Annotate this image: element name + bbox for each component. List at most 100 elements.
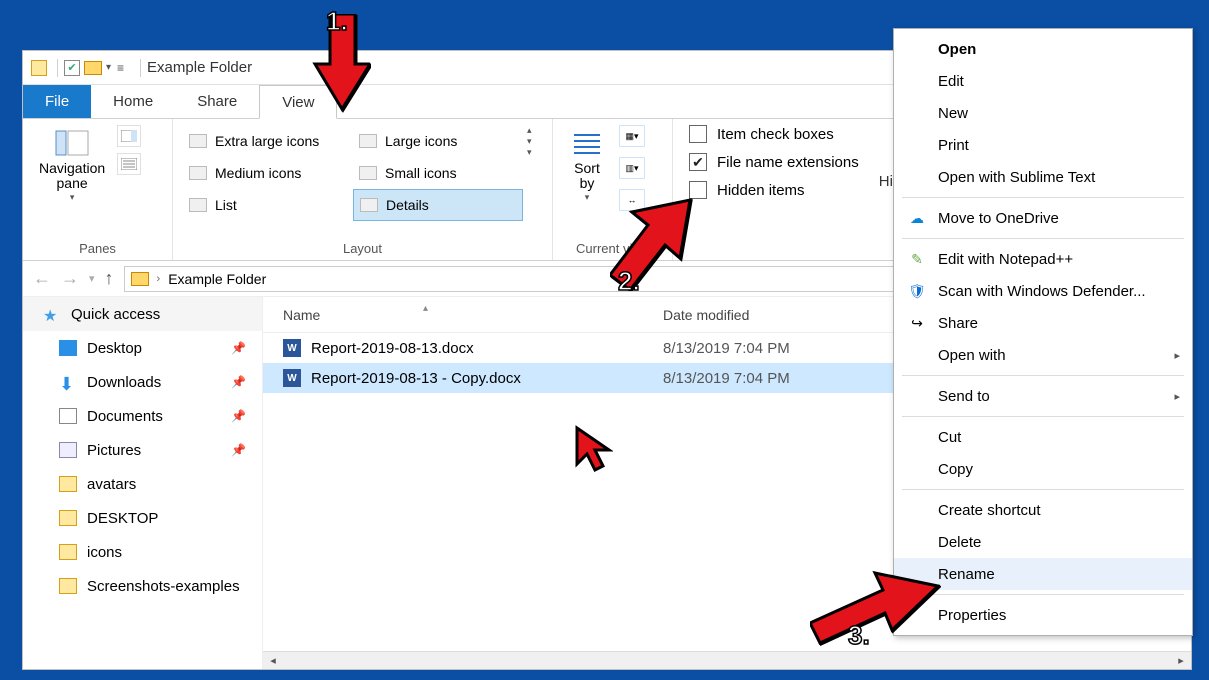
onedrive-icon: ☁ [908, 209, 926, 227]
desktop-icon [59, 340, 77, 356]
layout-details[interactable]: Details [353, 189, 523, 221]
details-pane-button[interactable] [117, 153, 141, 175]
details-icon [360, 198, 378, 212]
notepad-icon: ✎ [908, 250, 926, 268]
scroll-right-icon[interactable]: ▸ [1173, 654, 1189, 667]
pin-icon: 📌 [231, 341, 246, 355]
chevron-right-icon[interactable]: › [157, 273, 161, 285]
ctx-sublime[interactable]: Open with Sublime Text [894, 161, 1192, 193]
context-menu: Open Edit New Print Open with Sublime Te… [893, 28, 1193, 636]
qat-properties-icon[interactable]: ✔ [64, 60, 80, 76]
annotation-number-3: 3. [848, 620, 870, 651]
layout-small[interactable]: Small icons [353, 157, 523, 189]
folder-icon [59, 510, 77, 526]
preview-pane-button[interactable] [117, 125, 141, 147]
layout-list[interactable]: List [183, 189, 353, 221]
folder-icon [59, 476, 77, 492]
folder-icon [59, 544, 77, 560]
navigation-sidebar[interactable]: ★ Quick access Desktop 📌 ⬇ Downloads 📌 Docume… [23, 297, 263, 669]
sidebar-item-label: Downloads [87, 374, 161, 391]
qat-customize-icon[interactable]: ≡ [117, 61, 124, 75]
layout-large[interactable]: Large icons [353, 125, 523, 157]
layout-extra-large[interactable]: Extra large icons [183, 125, 353, 157]
sidebar-item-icons[interactable]: icons [23, 535, 262, 569]
layout-medium[interactable]: Medium icons [183, 157, 353, 189]
ctx-new[interactable]: New [894, 97, 1192, 129]
check-hidden-items[interactable]: Hidden items [689, 181, 859, 199]
sidebar-item-label: avatars [87, 476, 136, 493]
nav-up-button[interactable]: ↑ [105, 268, 114, 289]
download-icon: ⬇ [59, 374, 77, 390]
ctx-onedrive[interactable]: ☁Move to OneDrive [894, 202, 1192, 234]
docx-icon: W [283, 339, 301, 357]
qat-dropdown-icon[interactable]: ▾ [106, 62, 111, 73]
file-name: Report-2019-08-13 - Copy.docx [311, 370, 521, 387]
check-file-extensions[interactable]: ✔File name extensions [689, 153, 859, 171]
sidebar-item-pictures[interactable]: Pictures 📌 [23, 433, 262, 467]
star-icon: ★ [43, 306, 61, 322]
annotation-number-2: 2. [618, 266, 640, 297]
group-layout: Extra large icons Large icons Medium ico… [173, 119, 553, 260]
pin-icon: 📌 [231, 375, 246, 389]
sidebar-item-label: Documents [87, 408, 163, 425]
sidebar-item-documents[interactable]: Documents📌 [23, 399, 262, 433]
sidebar-item-label: Desktop [87, 340, 142, 357]
column-name[interactable]: Name▴ [263, 307, 663, 323]
ctx-sendto[interactable]: Send to▸ [894, 380, 1192, 412]
app-icon [31, 60, 47, 76]
file-name: Report-2019-08-13.docx [311, 340, 474, 357]
picture-icon [59, 442, 77, 458]
sidebar-quick-access[interactable]: ★ Quick access [23, 297, 262, 331]
ctx-shortcut[interactable]: Create shortcut [894, 494, 1192, 526]
nav-back-button[interactable]: ← [33, 268, 51, 289]
nav-forward-button[interactable]: → [61, 268, 79, 289]
xl-icon [189, 134, 207, 148]
add-columns-button[interactable]: ▥▾ [619, 157, 645, 179]
lg-icon [359, 134, 377, 148]
group-panes: Navigation pane ▾ Panes [23, 119, 173, 260]
folder-icon [59, 578, 77, 594]
ctx-edit[interactable]: Edit [894, 65, 1192, 97]
ctx-notepad[interactable]: ✎Edit with Notepad++ [894, 243, 1192, 275]
tab-share[interactable]: Share [175, 85, 259, 118]
chevron-right-icon: ▸ [1174, 349, 1180, 362]
sort-by-button[interactable]: Sort by ▾ [563, 125, 611, 207]
md-icon [189, 166, 207, 180]
ctx-share[interactable]: ↪Share [894, 307, 1192, 339]
window-title: Example Folder [147, 59, 252, 76]
sort-asc-icon: ▴ [423, 303, 428, 314]
sidebar-item-desktop[interactable]: DESKTOP [23, 501, 262, 535]
ctx-cut[interactable]: Cut [894, 421, 1192, 453]
sidebar-item-desktop[interactable]: Desktop 📌 [23, 331, 262, 365]
sidebar-item-downloads[interactable]: ⬇ Downloads 📌 [23, 365, 262, 399]
sidebar-item-avatars[interactable]: avatars [23, 467, 262, 501]
tab-file[interactable]: File [23, 85, 91, 118]
pin-icon: 📌 [231, 443, 246, 457]
nav-recent-dropdown[interactable]: ▾ [89, 272, 95, 285]
ctx-print[interactable]: Print [894, 129, 1192, 161]
check-item-checkboxes[interactable]: Item check boxes [689, 125, 859, 143]
breadcrumb[interactable]: Example Folder [168, 271, 266, 287]
chevron-right-icon: ▸ [1174, 390, 1180, 403]
docx-icon: W [283, 369, 301, 387]
sidebar-item-label: Screenshots-examples [87, 578, 240, 595]
sidebar-item-label: Pictures [87, 442, 141, 459]
folder-icon [131, 272, 149, 286]
horizontal-scrollbar[interactable]: ◂ ▸ [263, 651, 1191, 669]
tab-home[interactable]: Home [91, 85, 175, 118]
sidebar-item-screenshots-examples[interactable]: Screenshots-examples [23, 569, 262, 603]
ctx-copy[interactable]: Copy [894, 453, 1192, 485]
group-by-button[interactable]: ▦▾ [619, 125, 645, 147]
sidebar-item-label: DESKTOP [87, 510, 158, 527]
ctx-defender[interactable]: 🛡Scan with Windows Defender... [894, 275, 1192, 307]
sort-icon [569, 129, 605, 157]
ctx-openwith[interactable]: Open with▸ [894, 339, 1192, 371]
navigation-pane-button[interactable]: Navigation pane ▾ [33, 125, 111, 207]
ctx-open[interactable]: Open [894, 33, 1192, 65]
sidebar-item-label: icons [87, 544, 122, 561]
scroll-left-icon[interactable]: ◂ [265, 654, 281, 667]
sm-icon [359, 166, 377, 180]
ctx-delete[interactable]: Delete [894, 526, 1192, 558]
qat-newfolder-icon[interactable] [84, 61, 102, 75]
layout-scroll[interactable]: ▴▾▾ [527, 125, 541, 158]
